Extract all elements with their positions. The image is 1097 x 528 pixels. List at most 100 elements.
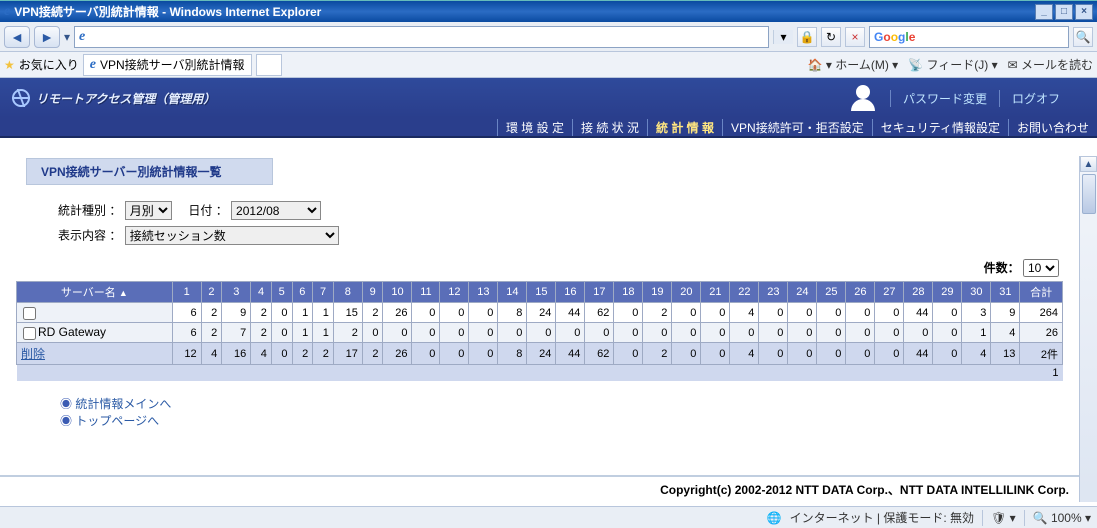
col-day[interactable]: 18 bbox=[614, 282, 643, 303]
nav-tab[interactable]: セキュリティ情報設定 bbox=[872, 119, 1008, 136]
col-day[interactable]: 17 bbox=[585, 282, 614, 303]
data-cell: 0 bbox=[701, 303, 730, 323]
protected-mode-icon[interactable]: 🛡 ▾ bbox=[991, 511, 1016, 525]
mail-menu[interactable]: ✉ メールを読む bbox=[1008, 56, 1093, 73]
security-lock-icon[interactable]: 🔒 bbox=[797, 27, 817, 47]
data-cell: 0 bbox=[412, 323, 440, 343]
col-day[interactable]: 27 bbox=[875, 282, 904, 303]
col-day[interactable]: 16 bbox=[556, 282, 585, 303]
col-day[interactable]: 14 bbox=[498, 282, 527, 303]
favorites-star-icon[interactable]: ★ bbox=[4, 58, 15, 72]
favorites-label[interactable]: お気に入り bbox=[19, 56, 79, 73]
password-change-link[interactable]: パスワード変更 bbox=[890, 90, 987, 107]
nav-tab[interactable]: 統 計 情 報 bbox=[647, 119, 722, 136]
col-day[interactable]: 11 bbox=[412, 282, 440, 303]
data-cell: 2 bbox=[333, 323, 362, 343]
data-cell: 0 bbox=[904, 323, 933, 343]
col-day[interactable]: 24 bbox=[788, 282, 817, 303]
col-day[interactable]: 23 bbox=[759, 282, 788, 303]
col-day[interactable]: 29 bbox=[933, 282, 962, 303]
row-checkbox[interactable] bbox=[23, 327, 36, 340]
data-cell: 2 bbox=[362, 303, 383, 323]
back-button[interactable]: ◄ bbox=[4, 26, 30, 48]
col-day[interactable]: 25 bbox=[817, 282, 846, 303]
close-button[interactable]: × bbox=[1075, 4, 1093, 20]
table-row: RD Gateway627201120000000000000000000001… bbox=[17, 323, 1063, 343]
count-select[interactable]: 10 bbox=[1023, 259, 1059, 277]
col-day[interactable]: 8 bbox=[333, 282, 362, 303]
search-box[interactable]: Google bbox=[869, 26, 1069, 48]
row-total: 264 bbox=[1020, 303, 1063, 323]
total-cell: 4 bbox=[962, 343, 991, 365]
col-day[interactable]: 5 bbox=[271, 282, 292, 303]
page-indicator[interactable]: 1 bbox=[17, 365, 1063, 382]
logoff-link[interactable]: ログオフ bbox=[999, 90, 1060, 107]
col-day[interactable]: 13 bbox=[469, 282, 498, 303]
col-day[interactable]: 22 bbox=[730, 282, 759, 303]
display-select[interactable]: 接続セッション数 bbox=[125, 226, 339, 245]
col-day[interactable]: 2 bbox=[201, 282, 222, 303]
col-server-name[interactable]: サーバー名 ▲ bbox=[17, 282, 173, 303]
date-select[interactable]: 2012/08 bbox=[231, 201, 321, 220]
date-label: 日付 ： bbox=[188, 204, 227, 218]
maximize-button[interactable]: □ bbox=[1055, 4, 1073, 20]
nav-tab[interactable]: 接 続 状 況 bbox=[572, 119, 647, 136]
data-cell: 1 bbox=[313, 303, 334, 323]
col-day[interactable]: 6 bbox=[292, 282, 313, 303]
internet-zone-icon: 🌐 bbox=[767, 511, 782, 525]
col-day[interactable]: 1 bbox=[172, 282, 201, 303]
col-day[interactable]: 26 bbox=[846, 282, 875, 303]
browser-tab[interactable]: e VPN接続サーバ別統計情報 bbox=[83, 54, 252, 76]
zoom-label[interactable]: 🔍 100% ▾ bbox=[1033, 511, 1091, 525]
address-bar[interactable]: e bbox=[74, 26, 769, 48]
minimize-button[interactable]: _ bbox=[1035, 4, 1053, 20]
vertical-scrollbar[interactable]: ▲ ▼ bbox=[1079, 156, 1097, 502]
data-cell: 0 bbox=[271, 303, 292, 323]
col-day[interactable]: 31 bbox=[991, 282, 1020, 303]
delete-link[interactable]: 削除 bbox=[21, 347, 45, 361]
dropdown-icon[interactable]: ▾ bbox=[64, 30, 70, 44]
feed-menu[interactable]: 📡 フィード(J) ▾ bbox=[908, 56, 997, 73]
scroll-thumb[interactable] bbox=[1082, 174, 1096, 214]
col-day[interactable]: 30 bbox=[962, 282, 991, 303]
refresh-button[interactable]: ↻ bbox=[821, 27, 841, 47]
top-page-link[interactable]: トップページへ bbox=[75, 414, 159, 428]
total-cell: 8 bbox=[498, 343, 527, 365]
data-cell: 0 bbox=[383, 323, 412, 343]
filters: 統計種別 ： 月別 日付 ： 2012/08 表示内容 ： 接続セッション数 bbox=[58, 201, 1079, 245]
data-cell: 0 bbox=[875, 323, 904, 343]
main-nav: 環 境 設 定接 続 状 況統 計 情 報VPN接続許可・拒否設定セキュリティ情… bbox=[0, 118, 1097, 138]
col-day[interactable]: 21 bbox=[701, 282, 730, 303]
col-day[interactable]: 19 bbox=[643, 282, 672, 303]
col-total[interactable]: 合計 bbox=[1020, 282, 1063, 303]
col-day[interactable]: 20 bbox=[672, 282, 701, 303]
col-day[interactable]: 9 bbox=[362, 282, 383, 303]
col-day[interactable]: 12 bbox=[440, 282, 469, 303]
nav-tab[interactable]: 環 境 設 定 bbox=[497, 119, 572, 136]
total-cell: 4 bbox=[730, 343, 759, 365]
col-day[interactable]: 3 bbox=[222, 282, 251, 303]
search-button[interactable]: 🔍 bbox=[1073, 27, 1093, 47]
col-day[interactable]: 7 bbox=[313, 282, 334, 303]
row-checkbox[interactable] bbox=[23, 307, 36, 320]
address-dropdown[interactable]: ▾ bbox=[773, 30, 793, 44]
stop-button[interactable]: × bbox=[845, 27, 865, 47]
data-cell: 15 bbox=[333, 303, 362, 323]
forward-button[interactable]: ► bbox=[34, 26, 60, 48]
total-cell: 12 bbox=[172, 343, 201, 365]
blank-tab[interactable] bbox=[256, 54, 282, 76]
total-cell: 4 bbox=[201, 343, 222, 365]
col-day[interactable]: 10 bbox=[383, 282, 412, 303]
scroll-up-icon[interactable]: ▲ bbox=[1080, 156, 1097, 172]
col-day[interactable]: 28 bbox=[904, 282, 933, 303]
total-cell: 4 bbox=[251, 343, 272, 365]
nav-tab[interactable]: お問い合わせ bbox=[1008, 119, 1097, 136]
stat-type-select[interactable]: 月別 bbox=[125, 201, 172, 220]
col-day[interactable]: 4 bbox=[251, 282, 272, 303]
nav-tab[interactable]: VPN接続許可・拒否設定 bbox=[722, 119, 872, 136]
col-day[interactable]: 15 bbox=[527, 282, 556, 303]
data-cell: 0 bbox=[933, 323, 962, 343]
data-cell: 26 bbox=[383, 303, 412, 323]
stats-main-link[interactable]: 統計情報メインへ bbox=[75, 397, 171, 411]
home-menu[interactable]: 🏠 ▾ ホーム(M) ▾ bbox=[808, 56, 899, 73]
